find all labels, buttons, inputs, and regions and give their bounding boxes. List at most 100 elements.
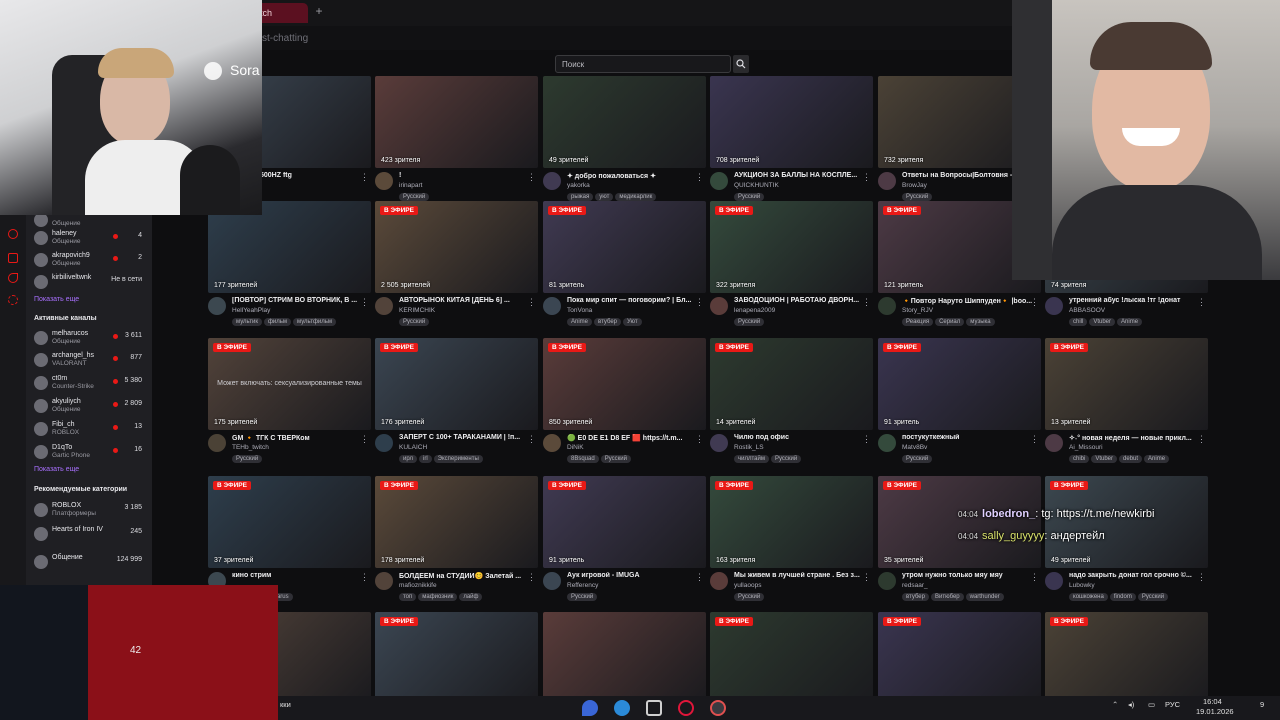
more-options-icon[interactable]: ⋮ xyxy=(1197,297,1206,308)
tag[interactable]: уют xyxy=(595,193,614,201)
stream-thumbnail[interactable]: В ЭФИРЕ 2 505 зрителей xyxy=(375,201,538,293)
stream-title[interactable]: Мы живем в лучшей стране . Без з... xyxy=(734,572,864,579)
avatar[interactable] xyxy=(710,572,728,590)
tag[interactable]: топ xyxy=(399,593,417,601)
channel-name[interactable]: TonVona xyxy=(567,307,592,314)
tag[interactable]: фильм xyxy=(263,318,291,326)
language-indicator[interactable]: РУС xyxy=(1165,700,1180,709)
tray-chevron-icon[interactable]: ⌃ xyxy=(1112,700,1118,709)
tag[interactable]: Русский xyxy=(902,193,933,201)
tag[interactable]: Anime xyxy=(567,318,593,326)
tag[interactable]: 8Bsquad xyxy=(567,455,599,463)
stream-card[interactable] xyxy=(543,612,706,704)
stream-title[interactable]: Аук игровой - IMUGA xyxy=(567,572,697,579)
stream-title[interactable]: АУКЦИОН ЗА БАЛЛЫ НА КОСПЛЕ... xyxy=(734,172,864,179)
stream-thumbnail[interactable]: В ЭФИРЕ 81 зритель xyxy=(543,201,706,293)
tag[interactable]: Русский xyxy=(770,455,802,463)
stream-thumbnail[interactable] xyxy=(543,612,706,704)
channel-name[interactable]: Ai_Missouri xyxy=(1069,444,1103,451)
more-options-icon[interactable]: ⋮ xyxy=(862,172,871,183)
app-icon[interactable] xyxy=(646,700,662,716)
avatar[interactable] xyxy=(543,434,561,452)
stream-title[interactable]: Пока мир спит — поговорим? | Бл... xyxy=(567,297,697,304)
tag[interactable]: chill xyxy=(1069,318,1088,326)
stream-title[interactable]: Чилю под офис xyxy=(734,434,864,441)
tag[interactable]: кошкожена xyxy=(1069,593,1108,601)
stream-thumbnail[interactable]: В ЭФИРЕ 91 зритель xyxy=(878,338,1041,430)
tag[interactable]: Русский xyxy=(600,455,631,463)
tag[interactable]: втубер xyxy=(594,318,621,326)
more-options-icon[interactable]: ⋮ xyxy=(862,434,871,445)
tag[interactable]: Русский xyxy=(902,455,933,463)
search-button[interactable] xyxy=(733,55,749,73)
avatar[interactable] xyxy=(710,172,728,190)
stream-title[interactable]: БОЛДЕЕМ на СТУДИИ😊 Залетай ... xyxy=(399,572,529,580)
sidebar-channel[interactable]: Hearts of Iron IV 245 xyxy=(34,524,146,546)
channel-name[interactable]: HellYeahPlay xyxy=(232,307,270,314)
channel-name[interactable]: yullaoops xyxy=(734,582,761,589)
tag[interactable]: warthunder xyxy=(965,593,1004,601)
tag[interactable]: Русский xyxy=(734,193,765,201)
stream-card[interactable]: В ЭФИРЕ xyxy=(878,612,1041,704)
stream-thumbnail[interactable]: В ЭФИРЕ xyxy=(878,612,1041,704)
stream-title[interactable]: ! xyxy=(399,172,529,179)
avatar[interactable] xyxy=(710,297,728,315)
tag[interactable]: музыка xyxy=(966,318,995,326)
stream-thumbnail[interactable]: В ЭФИРЕ 322 зрителя xyxy=(710,201,873,293)
stream-card[interactable]: В ЭФИРЕ 176 зрителей ЗАПЕРТ С 100+ ТАРАКАН… xyxy=(375,338,538,468)
stream-thumbnail[interactable]: В ЭФИРЕ 37 зрителей xyxy=(208,476,371,568)
tag[interactable]: Vtuber xyxy=(1089,318,1116,326)
channel-name[interactable]: KERIMCHIK xyxy=(399,307,435,314)
show-more-link[interactable]: Показать еще xyxy=(34,466,79,473)
tag[interactable]: Русский xyxy=(567,593,598,601)
tag[interactable]: Витюбер xyxy=(930,593,964,601)
avatar[interactable] xyxy=(710,434,728,452)
more-options-icon[interactable]: ⋮ xyxy=(1030,572,1039,583)
stream-card[interactable]: В ЭФИРЕ xyxy=(710,612,873,704)
channel-name[interactable]: Refferency xyxy=(567,582,598,589)
stream-title[interactable]: утренний абус !лыска !тг !донат xyxy=(1069,297,1199,304)
tag[interactable]: Сериал xyxy=(935,318,965,326)
stream-card[interactable]: 708 зрителей АУКЦИОН ЗА БАЛЛЫ НА КОСПЛЕ..… xyxy=(710,76,873,206)
avatar[interactable] xyxy=(1045,572,1063,590)
tag[interactable]: Русский xyxy=(232,455,263,463)
clock-date[interactable]: 19.01.2026 xyxy=(1196,707,1234,716)
stream-title[interactable]: ЗАПЕРТ С 100+ ТАРАКАНАМИ | !п... xyxy=(399,434,529,441)
tag[interactable]: Anime xyxy=(1144,455,1170,463)
more-options-icon[interactable]: ⋮ xyxy=(862,572,871,583)
avatar[interactable] xyxy=(543,297,561,315)
more-options-icon[interactable]: ⋮ xyxy=(695,434,704,445)
more-options-icon[interactable]: ⋮ xyxy=(360,297,369,308)
more-options-icon[interactable]: ⋮ xyxy=(695,297,704,308)
stream-card[interactable]: В ЭФИРЕ Может включать: сексуализированны… xyxy=(208,338,371,468)
stream-card[interactable]: В ЭФИРЕ 91 зритель постукуткежный Matv8Bv ⋮ Р… xyxy=(878,338,1041,468)
stream-title[interactable]: 🔸Повтор Наруто Шиппуден🔸 |boo... xyxy=(902,297,1032,305)
stream-thumbnail[interactable]: В ЭФИРЕ xyxy=(1045,612,1208,704)
channel-name[interactable]: yakorka xyxy=(567,182,590,189)
channel-name[interactable]: Lubowky xyxy=(1069,582,1095,589)
channel-name[interactable]: ABBASOOV xyxy=(1069,307,1105,314)
stream-thumbnail[interactable]: В ЭФИРЕ 176 зрителей xyxy=(375,338,538,430)
stream-card[interactable]: В ЭФИРЕ 850 зрителей 🟢 E0 DE E1 D8 EF 🟥 ht… xyxy=(543,338,706,468)
show-more-link[interactable]: Показать еще xyxy=(34,296,79,303)
stream-card[interactable]: 423 зрителя! irinapart ⋮ Русский xyxy=(375,76,538,206)
tag[interactable]: Vtuber xyxy=(1091,455,1118,463)
avatar[interactable] xyxy=(208,297,226,315)
more-options-icon[interactable]: ⋮ xyxy=(1197,434,1206,445)
stream-thumbnail[interactable]: 423 зрителя xyxy=(375,76,538,168)
channel-name[interactable]: QUICKHUNTIK xyxy=(734,182,779,189)
tag[interactable]: Русский xyxy=(1137,593,1169,601)
avatar[interactable] xyxy=(1045,297,1063,315)
follow-icon[interactable] xyxy=(8,273,18,283)
sidebar-channel[interactable]: kirbiliveltwnk Не в сети xyxy=(34,272,146,294)
tag[interactable]: Anime xyxy=(1117,318,1143,326)
more-options-icon[interactable]: ⋮ xyxy=(1030,297,1039,308)
channel-name[interactable]: mafioznikkife xyxy=(399,582,437,589)
stream-title[interactable]: 🟢 E0 DE E1 D8 EF 🟥 https://t.m... xyxy=(567,434,697,442)
more-options-icon[interactable]: ⋮ xyxy=(527,172,536,183)
stream-card[interactable]: В ЭФИРЕ 2 505 зрителей АВТОРЫНОК КИТАЯ [ДЕ… xyxy=(375,201,538,331)
tag[interactable]: Русский xyxy=(734,593,765,601)
more-options-icon[interactable]: ⋮ xyxy=(360,572,369,583)
stream-thumbnail[interactable]: В ЭФИРЕ 14 зрителей xyxy=(710,338,873,430)
more-options-icon[interactable]: ⋮ xyxy=(862,297,871,308)
